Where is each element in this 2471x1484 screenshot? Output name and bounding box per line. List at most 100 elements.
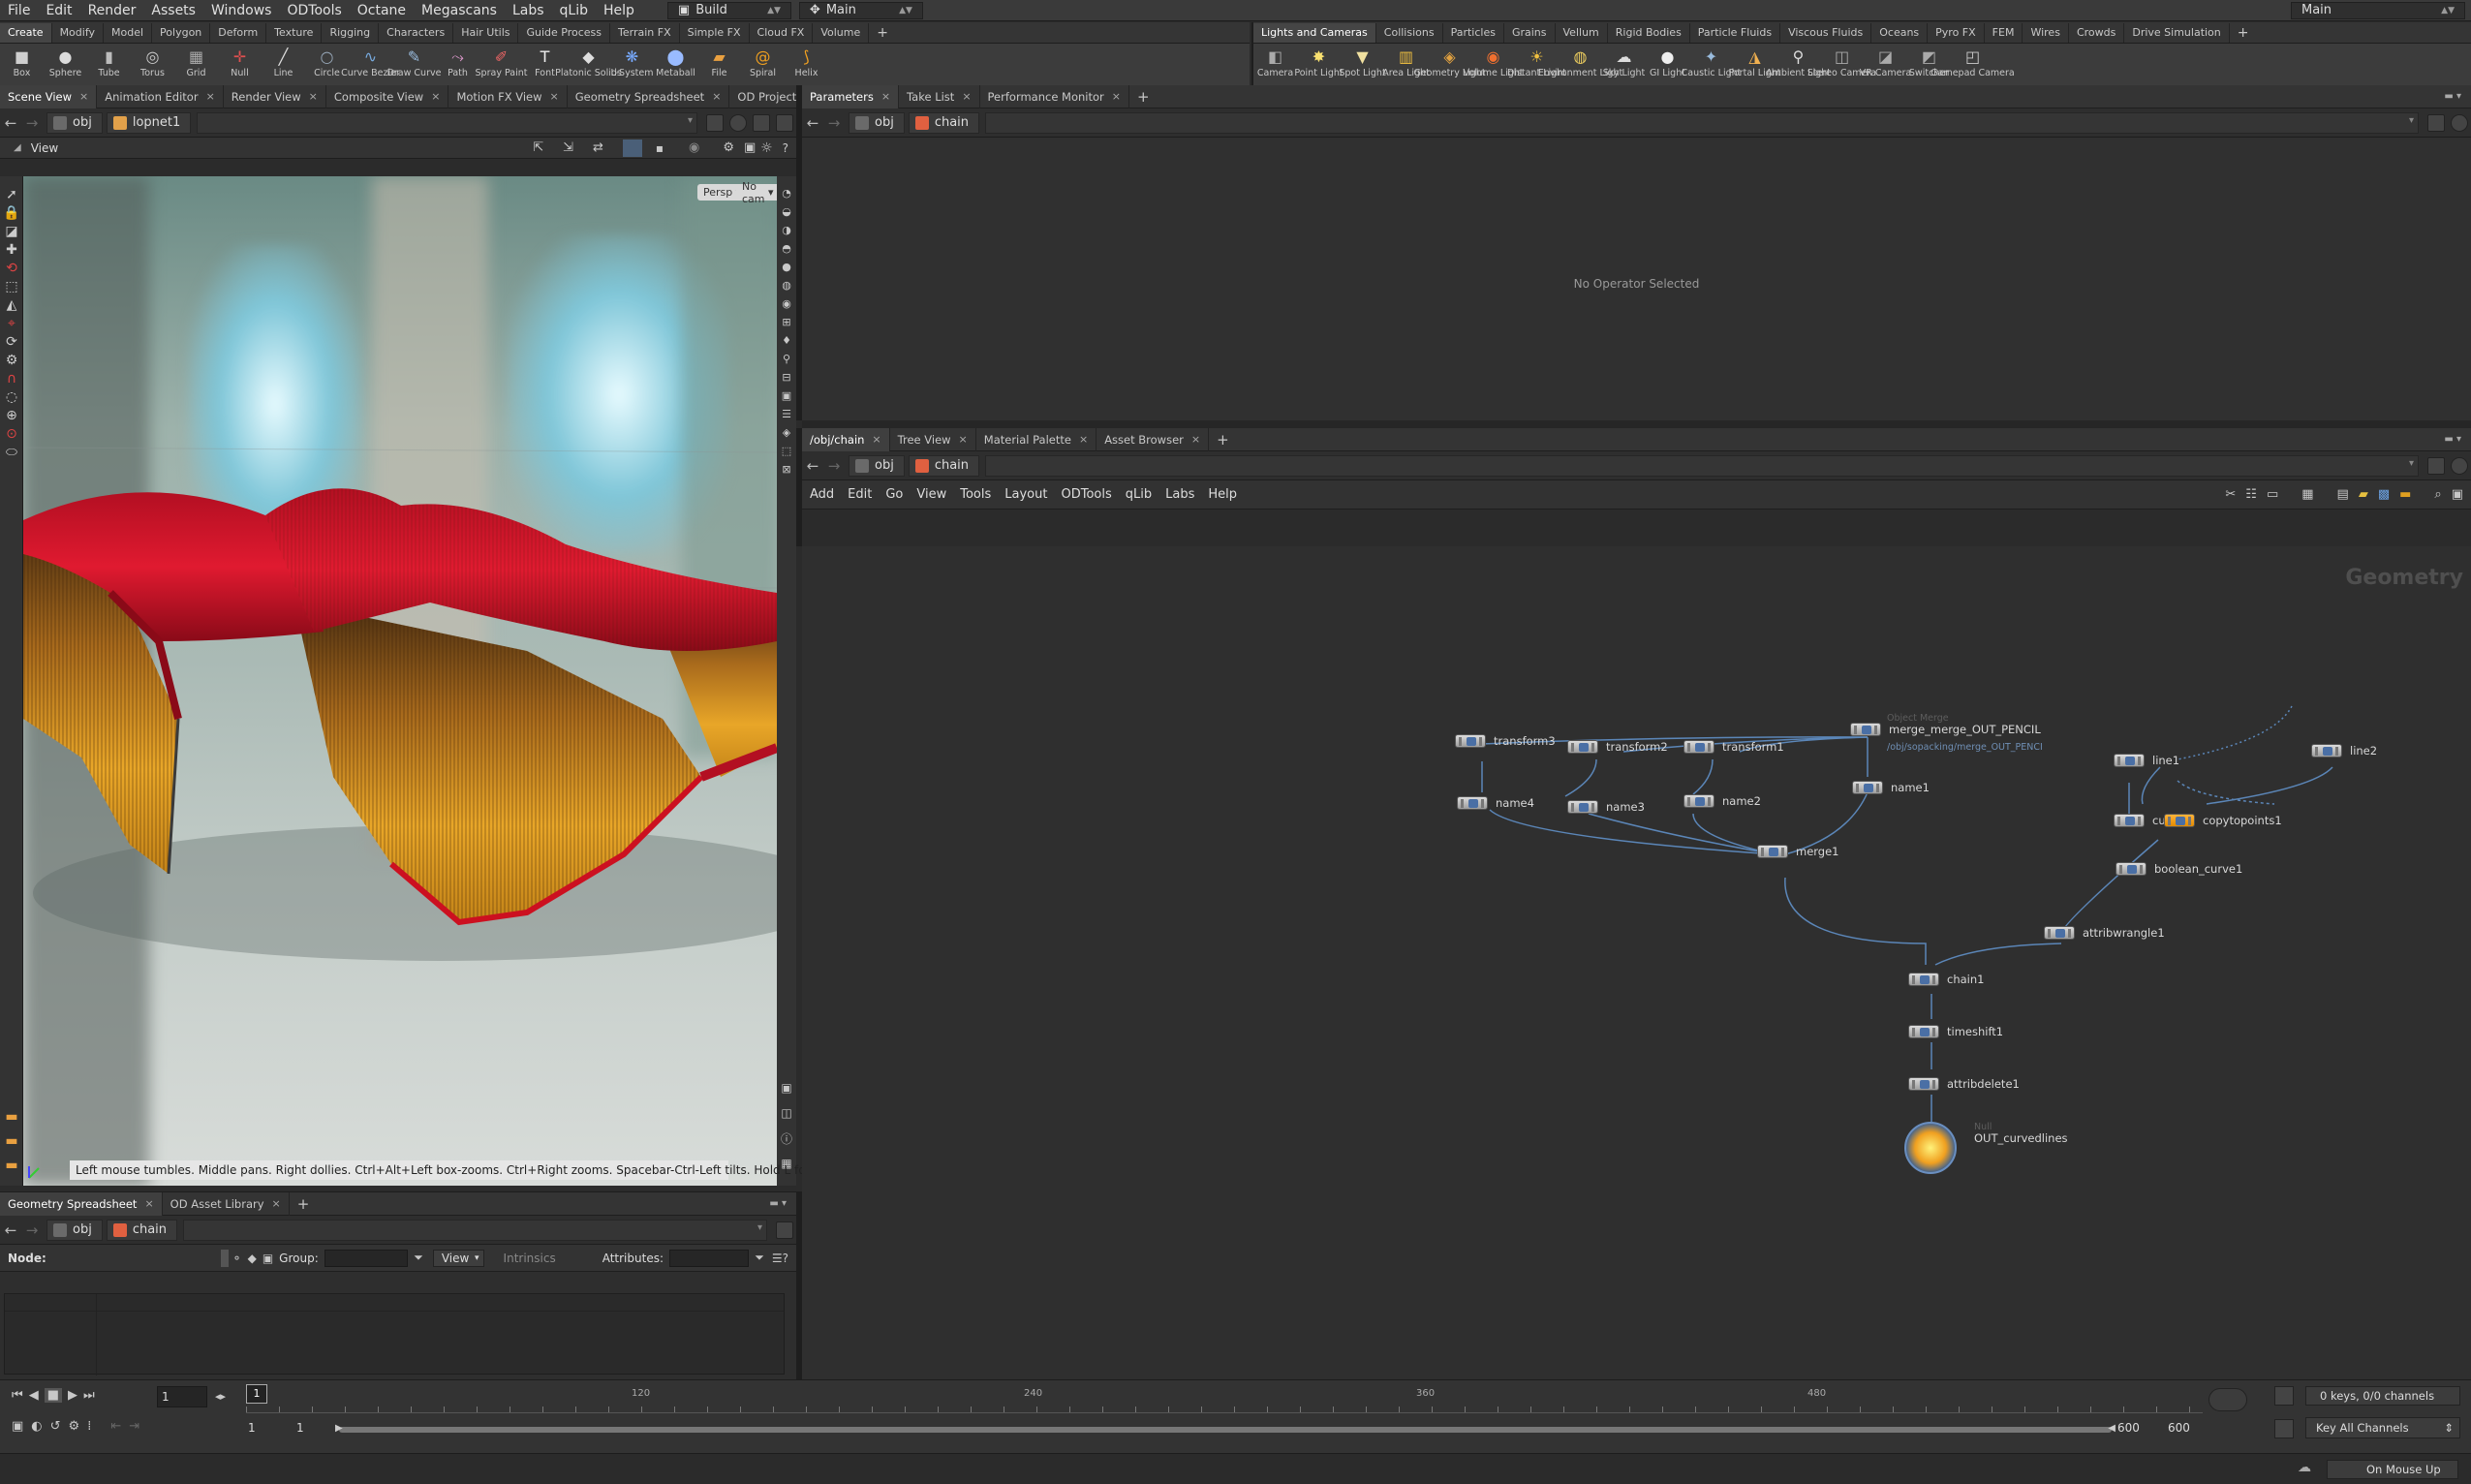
network-menu-tools[interactable]: Tools (960, 487, 991, 502)
menu-octane[interactable]: Octane (350, 3, 414, 18)
group-field[interactable] (324, 1249, 409, 1267)
node-transform1[interactable]: transform1 (1683, 740, 1784, 754)
path-root-crumb[interactable]: obj (46, 1219, 103, 1241)
tool-switcher[interactable]: ◩ Switcher (1907, 44, 1951, 86)
tool-file[interactable]: ▰ File (697, 44, 741, 86)
shelf-tab-rigging[interactable]: Rigging (322, 23, 380, 43)
tool-font[interactable]: T Font (523, 44, 567, 86)
tool-area-light[interactable]: ▥ Area Light (1382, 44, 1430, 86)
node-merge1[interactable]: merge1 (1757, 845, 1839, 858)
list-icon[interactable]: ☰ (772, 1252, 783, 1265)
close-icon[interactable]: × (309, 90, 318, 103)
audio-icon[interactable]: ◐ (31, 1419, 42, 1434)
node-line1[interactable]: line1 (2114, 754, 2179, 767)
menu-qlib[interactable]: qLib (552, 3, 596, 18)
path-field[interactable] (985, 111, 2419, 134)
shelf-tab-deform[interactable]: Deform (210, 23, 267, 43)
keys-status[interactable]: 0 keys, 0/0 channels (2305, 1386, 2460, 1406)
link-icon[interactable] (729, 113, 747, 132)
tool-l-system[interactable]: ❋ L-System (610, 44, 654, 86)
path-node-crumb[interactable]: lopnet1 (106, 111, 192, 134)
menu-labs[interactable]: Labs (505, 3, 552, 18)
close-icon[interactable]: × (272, 1197, 281, 1210)
range-left-handle[interactable]: ▶ (335, 1423, 343, 1434)
camera-icon[interactable]: ⚙ (723, 140, 734, 155)
tool-torus[interactable]: ◎ Torus (131, 44, 174, 86)
back-arrow-icon[interactable]: ← (0, 1221, 21, 1239)
close-icon[interactable]: × (1191, 433, 1200, 446)
detail-icon[interactable]: ▣ (263, 1252, 273, 1265)
tool-environment-light[interactable]: ◍ Environment Light (1538, 44, 1622, 86)
node-transform3[interactable]: transform3 (1455, 734, 1556, 748)
close-icon[interactable]: × (962, 90, 971, 103)
back-arrow-icon[interactable]: ← (802, 457, 823, 475)
tool-distant-light[interactable]: ☀ Distant Light (1507, 44, 1566, 86)
range-end-2[interactable]: 600 (2168, 1421, 2190, 1435)
tool-spot-light[interactable]: ▼ Spot Light (1339, 44, 1385, 86)
tool-ambient-light[interactable]: ⚲ Ambient Light (1766, 44, 1831, 86)
shelf-tab-model[interactable]: Model (104, 23, 153, 43)
shelf-tab-rigid-bodies[interactable]: Rigid Bodies (1608, 23, 1690, 43)
tab-take-list[interactable]: Take List × (899, 84, 980, 108)
viewer-tool-14-icon[interactable]: ⬭ (1, 442, 22, 463)
tab-scene-view[interactable]: Scene View × (0, 84, 98, 108)
shelf-tab-guide-process[interactable]: Guide Process (518, 23, 611, 43)
brush-icon[interactable]: ▬ (1, 1130, 22, 1152)
close-icon[interactable]: × (79, 90, 88, 103)
close-icon[interactable]: × (712, 90, 721, 103)
shelf-tab-cloud-fx[interactable]: Cloud FX (750, 23, 814, 43)
sticky-icon[interactable]: ▰ (2359, 487, 2368, 502)
node-line2[interactable]: line2 (2311, 744, 2377, 757)
tab-geometry-spreadsheet[interactable]: Geometry Spreadsheet × (0, 1191, 163, 1216)
current-frame-field[interactable]: 1 (157, 1386, 207, 1407)
step-icons[interactable]: ◂▸ (215, 1390, 226, 1403)
shelf-tab-wires[interactable]: Wires (2023, 23, 2069, 43)
shelf-tab-modify[interactable]: Modify (52, 23, 105, 43)
points-icon[interactable] (220, 1249, 229, 1267)
pin-icon[interactable] (776, 1221, 793, 1239)
forward-arrow-icon[interactable]: → (21, 114, 43, 132)
shelf-tab-simple-fx[interactable]: Simple FX (680, 23, 750, 43)
close-icon[interactable]: × (1079, 433, 1088, 446)
spreadsheet-grid[interactable] (4, 1293, 785, 1376)
tab-geometry-spreadsheet[interactable]: Geometry Spreadsheet × (568, 84, 730, 108)
add-tab-icon[interactable]: + (2230, 25, 2257, 43)
auto-key-icon[interactable] (2208, 1388, 2247, 1411)
scope-icon[interactable]: ⁞ (87, 1419, 91, 1434)
desktop-main-selector[interactable]: ✥ Main ▲▼ (798, 1, 923, 19)
shelf-tab-fem[interactable]: FEM (1985, 23, 2023, 43)
node-attribdelete1[interactable]: attribdelete1 (1908, 1077, 2020, 1091)
key-icon[interactable] (2274, 1419, 2294, 1438)
3d-viewport[interactable]: Persp ▾ No cam ▾ (23, 176, 777, 1186)
shelf-tab-viscous-fluids[interactable]: Viscous Fluids (1780, 23, 1872, 43)
maximize-icon[interactable] (776, 113, 793, 132)
camera-menu[interactable]: No cam ▾ (736, 180, 777, 205)
shelf-tab-collisions[interactable]: Collisions (1376, 23, 1443, 43)
node-out-curvedlines[interactable]: OUT_curvedlines (1966, 1131, 2068, 1145)
record-icon[interactable]: ◉ (689, 140, 699, 155)
range-start-2[interactable]: 1 (296, 1421, 304, 1435)
menu-help[interactable]: Help (596, 3, 642, 18)
tool-vr-camera[interactable]: ◪ VR Camera (1860, 44, 1911, 86)
vertices-icon[interactable]: ⚬ (232, 1252, 242, 1265)
tool-point-light[interactable]: ✸ Point Light (1294, 44, 1343, 86)
snapshot-icon[interactable]: ▣ (2452, 487, 2463, 502)
shelf-tab-particle-fluids[interactable]: Particle Fluids (1690, 23, 1781, 43)
grid-view-icon[interactable]: ▦ (2301, 487, 2313, 502)
update-mode-menu[interactable]: On Mouse Up (2327, 1460, 2458, 1479)
tool-camera[interactable]: ◧ Camera (1253, 44, 1297, 86)
menu-megascans[interactable]: Megascans (414, 3, 505, 18)
pane-menu-icon[interactable]: ▬ ▾ (2444, 434, 2471, 445)
tree-icon[interactable]: ☷ (2245, 487, 2257, 502)
tool-volume-light[interactable]: ◉ Volume Light (1463, 44, 1523, 86)
add-tab-icon[interactable]: + (869, 25, 896, 43)
node-name1[interactable]: name1 (1852, 781, 1930, 794)
settings-icon[interactable] (753, 113, 770, 132)
node-boolean-curve1[interactable]: boolean_curve1 (2116, 862, 2242, 876)
pin-icon[interactable] (2427, 456, 2445, 475)
path-node-crumb[interactable]: chain (106, 1219, 178, 1241)
shelf-tab-volume[interactable]: Volume (813, 23, 870, 43)
list-view-icon[interactable]: ▤ (2337, 487, 2349, 502)
viewer-bottom-tool-0-icon[interactable]: ▣ (776, 1077, 797, 1098)
wrench-icon[interactable]: ▬ (1, 1106, 22, 1128)
